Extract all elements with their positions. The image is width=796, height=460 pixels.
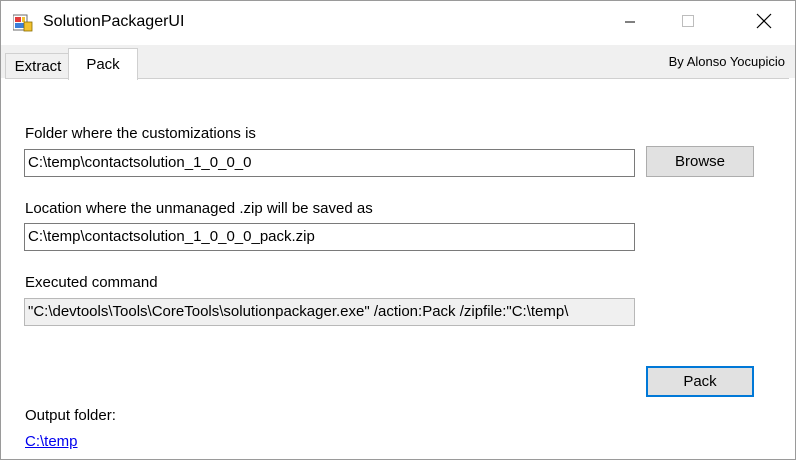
title-bar[interactable]: SolutionPackagerUI [1,1,795,45]
close-icon [756,13,772,33]
pack-button[interactable]: Pack [646,366,754,397]
command-field[interactable]: "C:\devtools\Tools\CoreTools\solutionpac… [24,298,635,326]
app-window: SolutionPackagerUI Extract Pack By Alons… [0,0,796,460]
output-folder-link[interactable]: C:\temp [25,433,78,450]
minimize-button[interactable] [601,1,659,45]
maximize-icon [681,14,695,32]
tab-extract[interactable]: Extract [5,53,71,79]
location-label: Location where the unmanaged .zip will b… [25,200,373,217]
window-title: SolutionPackagerUI [43,13,185,30]
browse-button[interactable]: Browse [646,146,754,177]
minimize-icon [624,15,636,32]
command-label: Executed command [25,274,158,291]
folder-input[interactable]: C:\temp\contactsolution_1_0_0_0 [24,149,635,177]
output-folder-label: Output folder: [25,407,116,424]
tab-pack[interactable]: Pack [68,48,138,80]
maximize-button[interactable] [659,1,717,45]
location-input[interactable]: C:\temp\contactsolution_1_0_0_0_pack.zip [24,223,635,251]
app-icon [12,14,33,32]
close-button[interactable] [735,1,793,45]
pack-tab-panel: Folder where the customizations is C:\te… [5,78,789,459]
folder-label: Folder where the customizations is [25,125,256,142]
author-credit: By Alonso Yocupicio [668,54,785,69]
